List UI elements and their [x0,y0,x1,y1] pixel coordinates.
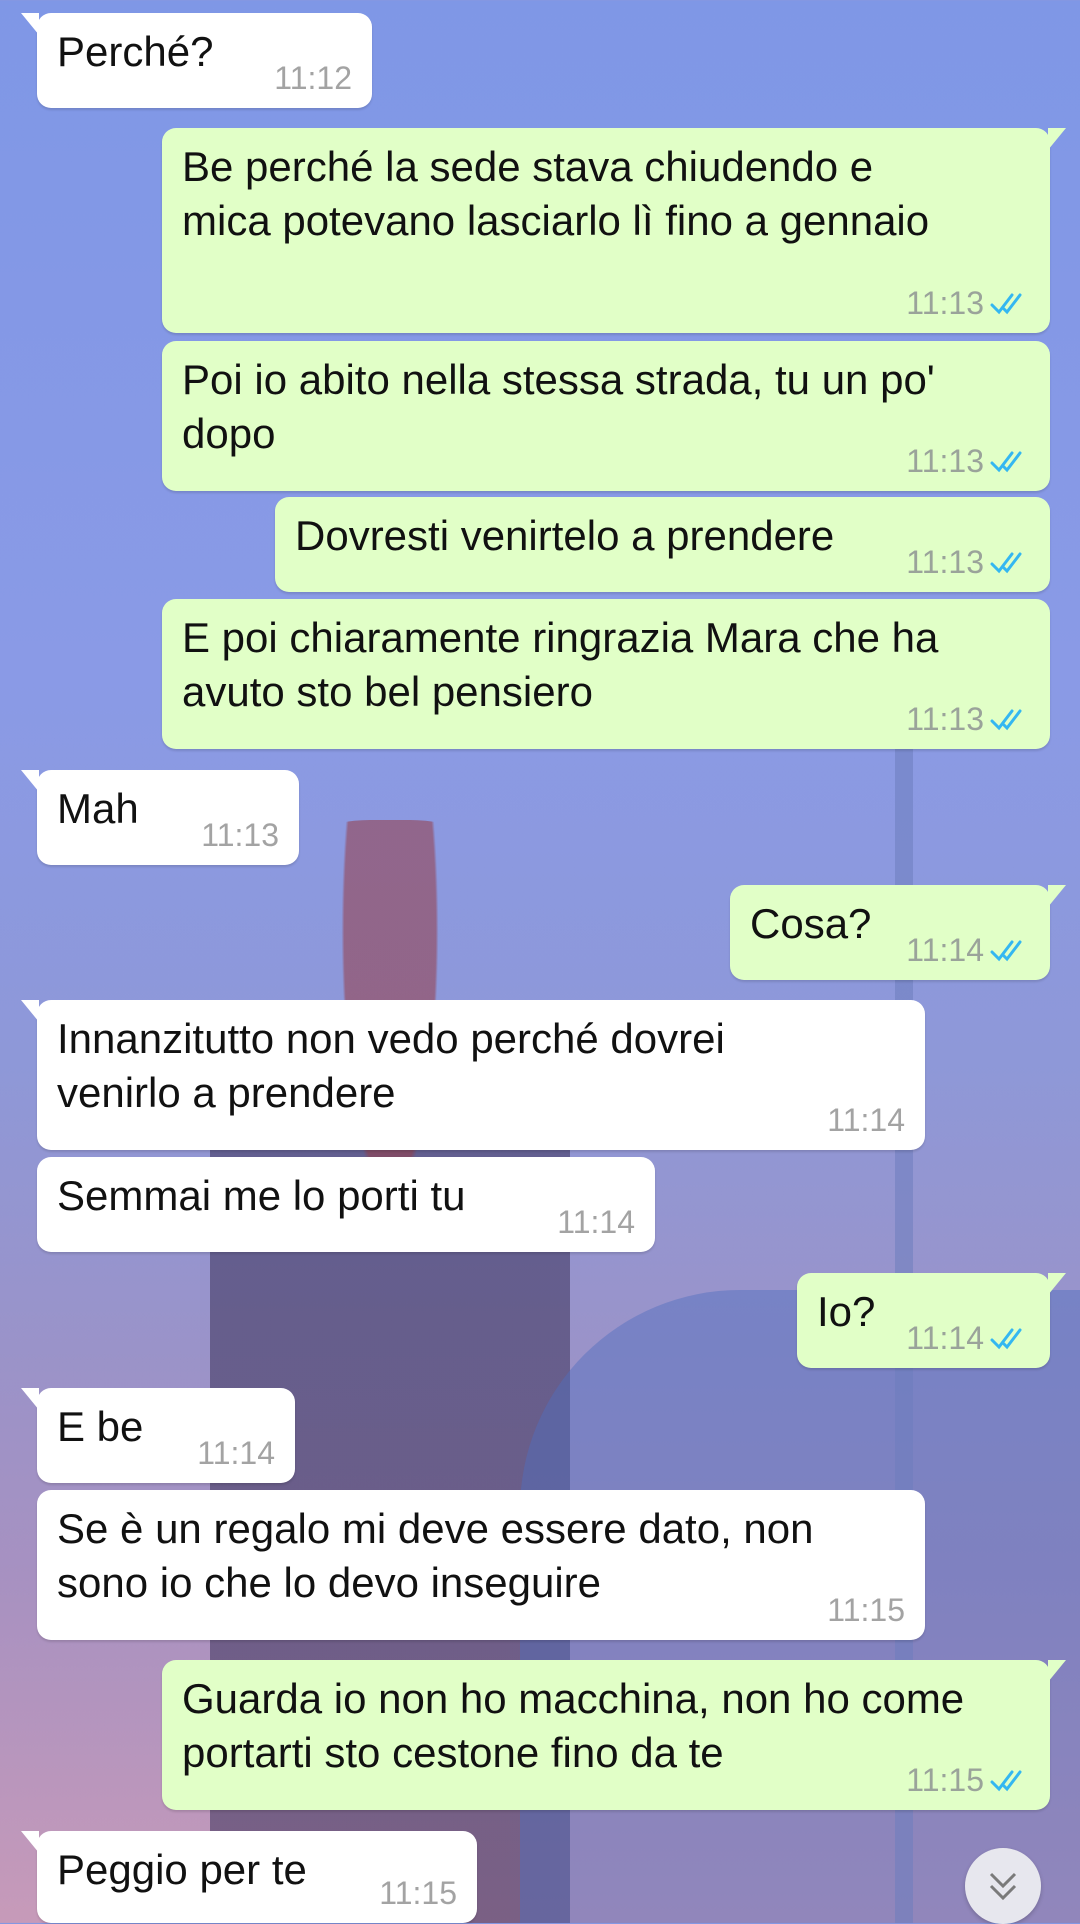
message-time: 11:13 [201,817,279,853]
outgoing-message[interactable]: Poi io abito nella stessa strada, tu un … [162,341,1050,491]
message-text: Dovresti venirtelo a prendere [295,512,835,559]
chevron-double-down-icon [989,1872,1017,1901]
outgoing-message[interactable]: Cosa? 11:14 [730,885,1066,980]
incoming-message[interactable]: E be 11:14 [21,1388,295,1483]
message-time: 11:14 [197,1435,275,1471]
incoming-message[interactable]: Mah 11:13 [21,770,299,865]
message-meta: 11:14 [557,1204,635,1240]
outgoing-message[interactable]: Be perché la sede stava chiudendo e mica… [162,128,1066,333]
message-meta: 11:14 [197,1435,275,1471]
message-text: Mah [57,785,139,832]
message-text: Peggio per te [57,1846,307,1893]
incoming-message[interactable]: Perché? 11:12 [21,13,372,108]
message-meta: 11:13 [201,817,279,853]
message-text: Guarda io non ho macchina, non ho come p… [182,1675,965,1776]
incoming-message[interactable]: Innanzitutto non vedo perché dovrei veni… [21,1000,925,1150]
message-meta: 11:15 [379,1875,457,1911]
message-time: 11:14 [827,1102,905,1138]
message-meta: 11:12 [274,60,352,96]
double-check-icon [990,451,1022,473]
outgoing-message[interactable]: Dovresti venirtelo a prendere 11:13 [275,497,1050,592]
message-text: Se è un regalo mi deve essere dato, non … [57,1505,814,1606]
outgoing-message[interactable]: Io? 11:14 [797,1273,1066,1368]
double-check-icon [990,709,1022,731]
message-time: 11:13 [906,544,984,580]
message-time: 11:13 [906,701,984,737]
outgoing-message[interactable]: E poi chiaramente ringrazia Mara che ha … [162,599,1050,749]
incoming-message[interactable]: Peggio per te 11:15 [21,1831,477,1923]
message-text: Semmai me lo porti tu [57,1172,466,1219]
double-check-icon [990,1328,1022,1350]
scroll-to-bottom-button[interactable] [965,1848,1041,1924]
message-time: 11:13 [906,443,984,479]
incoming-message[interactable]: Se è un regalo mi deve essere dato, non … [37,1490,925,1640]
message-text: E be [57,1403,144,1450]
message-meta: 11:15 [827,1592,905,1628]
outgoing-message[interactable]: Guarda io non ho macchina, non ho come p… [162,1660,1066,1810]
incoming-message[interactable]: Semmai me lo porti tu 11:14 [37,1157,655,1252]
message-meta: 11:14 [906,1320,1030,1356]
double-check-icon [990,293,1022,315]
message-text: Cosa? [750,900,872,947]
message-meta: 11:14 [906,932,1030,968]
message-time: 11:15 [906,1762,984,1798]
message-time: 11:14 [557,1204,635,1240]
message-text: Io? [817,1288,876,1335]
message-meta: 11:13 [906,544,1030,580]
double-check-icon [990,552,1022,574]
message-meta: 11:13 [906,285,1030,321]
message-text: Perché? [57,28,214,75]
double-check-icon [990,1770,1022,1792]
message-meta: 11:13 [906,443,1030,479]
message-time: 11:14 [906,1320,984,1356]
message-meta: 11:14 [827,1102,905,1138]
message-time: 11:12 [274,60,352,96]
message-meta: 11:15 [906,1762,1030,1798]
message-text: E poi chiaramente ringrazia Mara che ha … [182,614,939,715]
message-time: 11:15 [827,1592,905,1628]
message-text: Poi io abito nella stessa strada, tu un … [182,356,935,457]
double-check-icon [990,940,1022,962]
message-text: Be perché la sede stava chiudendo e mica… [182,143,930,244]
message-time: 11:15 [379,1875,457,1911]
message-meta: 11:13 [906,701,1030,737]
message-time: 11:14 [906,932,984,968]
message-text: Innanzitutto non vedo perché dovrei veni… [57,1015,725,1116]
message-time: 11:13 [906,285,984,321]
